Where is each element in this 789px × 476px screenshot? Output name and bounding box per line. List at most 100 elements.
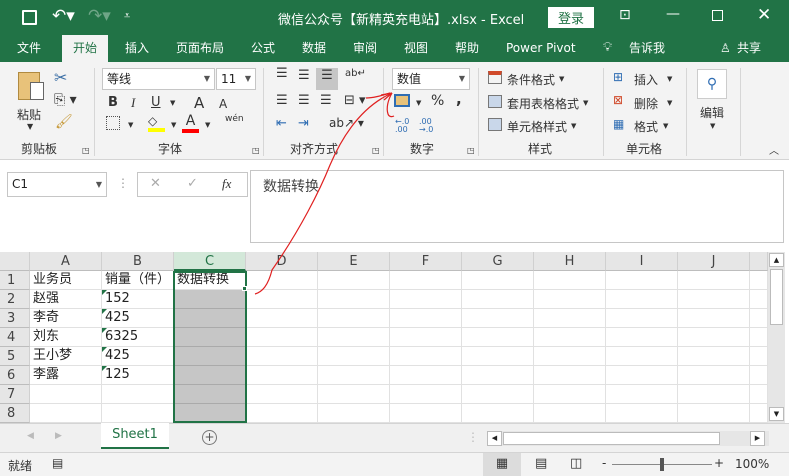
sheet-tab-sheet1[interactable]: Sheet1 bbox=[101, 423, 169, 449]
cell-d3[interactable] bbox=[246, 309, 318, 328]
column-header-partial[interactable] bbox=[750, 252, 768, 271]
cell-c7[interactable] bbox=[174, 385, 246, 404]
cell-e3[interactable] bbox=[318, 309, 390, 328]
add-sheet-icon[interactable]: + bbox=[202, 430, 217, 445]
cell-h7[interactable] bbox=[534, 385, 606, 404]
close-icon[interactable]: ✕ bbox=[757, 5, 771, 25]
cell-a1[interactable]: 业务员 bbox=[30, 271, 102, 290]
cell-styles-button[interactable]: 单元格样式 bbox=[507, 118, 567, 135]
cell-h2[interactable] bbox=[534, 290, 606, 309]
cell-c4[interactable] bbox=[174, 328, 246, 347]
editing-button[interactable]: 编辑 bbox=[700, 104, 724, 121]
ribbon-display-icon[interactable]: ⊡ bbox=[619, 7, 631, 23]
cell-b3[interactable]: 425 bbox=[102, 309, 174, 328]
redo-icon[interactable]: ↷▾ bbox=[88, 6, 111, 26]
cell-f6[interactable] bbox=[390, 366, 462, 385]
row-header[interactable]: 5 bbox=[0, 347, 30, 366]
dialog-launcher-icon[interactable]: ◳ bbox=[252, 146, 260, 155]
cell-i2[interactable] bbox=[606, 290, 678, 309]
font-size-combo[interactable]: 11 ▼ bbox=[216, 68, 256, 90]
select-all-corner[interactable] bbox=[0, 252, 30, 271]
cell-d5[interactable] bbox=[246, 347, 318, 366]
cell-c5[interactable] bbox=[174, 347, 246, 366]
chevron-down-icon[interactable]: ▼ bbox=[170, 99, 175, 107]
cell-a8[interactable] bbox=[30, 404, 102, 423]
cell-h1[interactable] bbox=[534, 271, 606, 290]
font-name-combo[interactable]: 等线 ▼ bbox=[102, 68, 215, 90]
cell-j8[interactable] bbox=[678, 404, 750, 423]
percent-button[interactable]: % bbox=[431, 93, 444, 109]
cell-i3[interactable] bbox=[606, 309, 678, 328]
horizontal-scrollbar[interactable]: ◀ ▶ bbox=[487, 431, 769, 446]
cell-b6[interactable]: 125 bbox=[102, 366, 174, 385]
tell-me[interactable]: 告诉我 bbox=[620, 35, 674, 62]
cell-c1[interactable]: 数据转换 bbox=[174, 271, 246, 290]
cell-f2[interactable] bbox=[390, 290, 462, 309]
align-left-icon[interactable]: ☰ bbox=[276, 93, 288, 108]
cell-a7[interactable] bbox=[30, 385, 102, 404]
tab-page-layout[interactable]: 页面布局 bbox=[167, 35, 233, 62]
cell-g6[interactable] bbox=[462, 366, 534, 385]
tab-home[interactable]: 开始 bbox=[62, 35, 109, 62]
dialog-launcher-icon[interactable]: ◳ bbox=[372, 146, 380, 155]
wrap-text-icon[interactable]: ab↵ bbox=[345, 68, 366, 79]
row-header[interactable]: 8 bbox=[0, 404, 30, 423]
cell-g8[interactable] bbox=[462, 404, 534, 423]
scroll-up-icon[interactable]: ▲ bbox=[769, 253, 784, 267]
zoom-level[interactable]: 100% bbox=[735, 457, 769, 471]
cell-i1[interactable] bbox=[606, 271, 678, 290]
prev-sheet-icon[interactable]: ◀ bbox=[27, 431, 34, 441]
row-header[interactable]: 1 bbox=[0, 271, 30, 290]
align-top-icon[interactable]: ☰ bbox=[276, 66, 288, 81]
cell-d2[interactable] bbox=[246, 290, 318, 309]
cell-partial[interactable] bbox=[750, 366, 768, 385]
cell-h6[interactable] bbox=[534, 366, 606, 385]
insert-function-icon[interactable]: fx bbox=[222, 176, 231, 192]
cell-j3[interactable] bbox=[678, 309, 750, 328]
row-header[interactable]: 2 bbox=[0, 290, 30, 309]
cut-icon[interactable]: ✂ bbox=[54, 68, 67, 87]
italic-button[interactable]: I bbox=[131, 95, 135, 111]
cell-b7[interactable] bbox=[102, 385, 174, 404]
column-header-g[interactable]: G bbox=[462, 252, 534, 271]
cell-i4[interactable] bbox=[606, 328, 678, 347]
column-header-a[interactable]: A bbox=[30, 252, 102, 271]
column-header-d[interactable]: D bbox=[246, 252, 318, 271]
cell-d4[interactable] bbox=[246, 328, 318, 347]
cell-b4[interactable]: 6325 bbox=[102, 328, 174, 347]
cell-e6[interactable] bbox=[318, 366, 390, 385]
shrink-font-button[interactable]: A bbox=[219, 97, 227, 111]
drag-handle-icon[interactable]: ⋮ bbox=[117, 176, 129, 190]
login-button[interactable]: 登录 bbox=[548, 7, 595, 28]
row-header[interactable]: 4 bbox=[0, 328, 30, 347]
cell-g1[interactable] bbox=[462, 271, 534, 290]
borders-icon[interactable] bbox=[106, 116, 120, 130]
row-header[interactable]: 6 bbox=[0, 366, 30, 385]
row-header[interactable]: 7 bbox=[0, 385, 30, 404]
cell-i7[interactable] bbox=[606, 385, 678, 404]
column-header-b[interactable]: B bbox=[102, 252, 174, 271]
search-icon[interactable]: ⚲ bbox=[697, 69, 727, 99]
cell-h8[interactable] bbox=[534, 404, 606, 423]
fill-handle[interactable] bbox=[242, 286, 247, 291]
zoom-out-button[interactable]: - bbox=[602, 456, 606, 470]
maximize-icon[interactable] bbox=[712, 10, 723, 21]
save-icon[interactable] bbox=[22, 10, 37, 25]
cell-b1[interactable]: 销量（件） bbox=[102, 271, 174, 290]
cell-f8[interactable] bbox=[390, 404, 462, 423]
cell-partial[interactable] bbox=[750, 404, 768, 423]
fill-color-icon[interactable]: ◇ bbox=[148, 114, 165, 132]
tab-view[interactable]: 视图 bbox=[395, 35, 437, 62]
cell-i6[interactable] bbox=[606, 366, 678, 385]
cell-j1[interactable] bbox=[678, 271, 750, 290]
name-box[interactable]: C1 ▼ bbox=[7, 172, 107, 197]
formula-input[interactable]: 数据转换 bbox=[250, 170, 784, 243]
cell-a4[interactable]: 刘东 bbox=[30, 328, 102, 347]
cell-e5[interactable] bbox=[318, 347, 390, 366]
vertical-scrollbar[interactable]: ▲ ▼ bbox=[768, 252, 785, 423]
cell-c3[interactable] bbox=[174, 309, 246, 328]
row-header[interactable]: 3 bbox=[0, 309, 30, 328]
cell-h3[interactable] bbox=[534, 309, 606, 328]
cell-g3[interactable] bbox=[462, 309, 534, 328]
cell-a3[interactable]: 李奇 bbox=[30, 309, 102, 328]
